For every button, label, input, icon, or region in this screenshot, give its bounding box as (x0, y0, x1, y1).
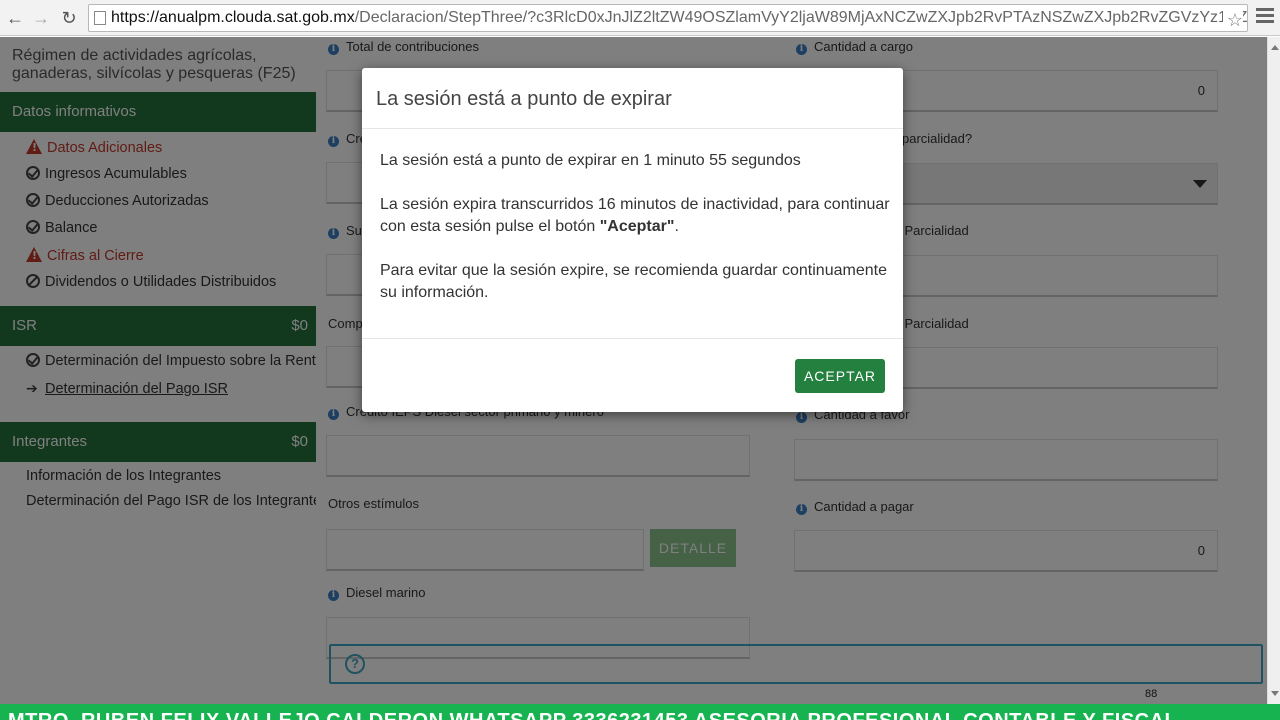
session-expiry-dialog: La sesión está a punto de expirar La ses… (362, 68, 903, 412)
banner-text: MTRO. RUBEN FELIX VALLEJO CALDERON WHATS… (8, 710, 1177, 720)
hamburger-menu-icon[interactable] (1256, 8, 1274, 26)
promo-banner: MTRO. RUBEN FELIX VALLEJO CALDERON WHATS… (0, 704, 1280, 720)
url-host: https://anualpm.clouda.sat.gob.mx (111, 9, 355, 26)
scroll-down-arrow-icon[interactable] (1271, 691, 1279, 696)
dialog-body: La sesión está a punto de expirar en 1 m… (380, 150, 890, 326)
inactivity-message: La sesión expira transcurridos 16 minuto… (380, 196, 890, 235)
countdown-message: La sesión está a punto de expirar en 1 m… (380, 152, 801, 169)
reload-icon[interactable]: ↻ (58, 7, 80, 29)
bookmark-star-icon[interactable]: ☆ (1222, 7, 1243, 31)
accept-button[interactable]: ACEPTAR (795, 359, 885, 393)
page-icon (94, 11, 106, 25)
address-bar[interactable]: https://anualpm.clouda.sat.gob.mx/Declar… (88, 4, 1248, 32)
back-arrow-icon[interactable]: ← (4, 7, 26, 29)
dialog-header: La sesión está a punto de expirar (362, 68, 903, 129)
scroll-up-arrow-icon[interactable] (1271, 45, 1279, 50)
browser-toolbar: ← → ↻ https://anualpm.clouda.sat.gob.mx/… (0, 0, 1280, 36)
forward-arrow-icon[interactable]: → (30, 7, 52, 29)
url-path: /Declaracion/StepThree/?c3RlcD0xJnJlZ2lt… (354, 9, 1247, 26)
save-advice-message: Para evitar que la sesión expire, se rec… (380, 262, 887, 301)
page-number: 88 (1145, 688, 1158, 700)
dialog-title: La sesión está a punto de expirar (376, 88, 672, 110)
aceptar-emphasis: "Aceptar" (599, 218, 675, 235)
page-scrollbar[interactable] (1267, 37, 1280, 704)
dialog-footer: ACEPTAR (362, 338, 903, 412)
